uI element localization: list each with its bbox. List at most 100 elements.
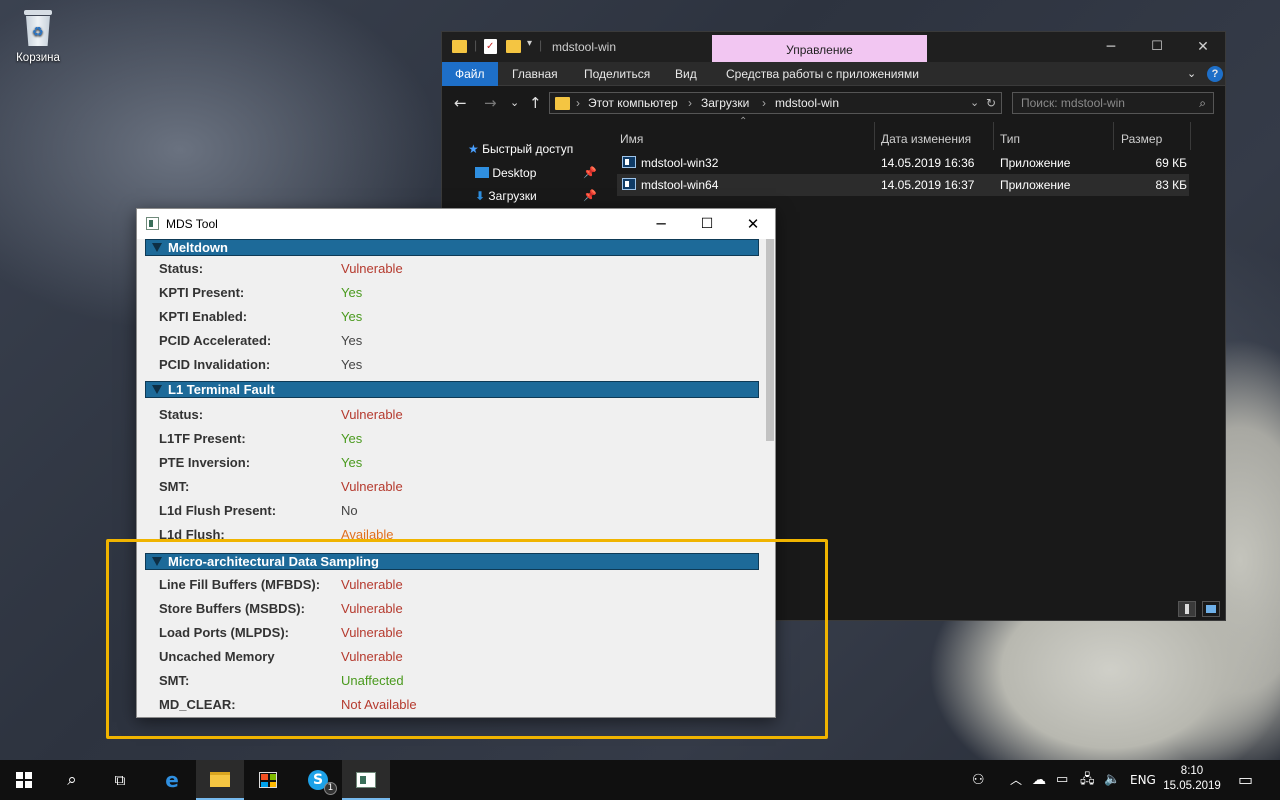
column-date-modified[interactable]: Дата изменения [881, 127, 971, 151]
edge-browser-icon[interactable]: e [148, 760, 196, 800]
maximize-button[interactable]: ☐ [684, 209, 730, 239]
search-icon: ⌕ [1199, 96, 1206, 110]
property-row: PCID Accelerated: Yes [159, 333, 739, 353]
desktop: ♻ Корзина | ✓ ▾ | mdstool-win Управление… [0, 0, 1280, 760]
clock[interactable]: 8:10 15.05.2019 [1160, 764, 1224, 794]
minimize-button[interactable]: ─ [1088, 32, 1134, 62]
column-divider[interactable] [993, 122, 994, 150]
property-value: No [341, 503, 358, 518]
folder-icon [555, 97, 570, 110]
file-size: 83 КБ [1155, 178, 1187, 192]
property-row: Status: Vulnerable [159, 407, 739, 427]
nav-downloads[interactable]: ⬇ Загрузки 📌 [475, 189, 597, 203]
up-arrow-icon[interactable]: ↑ [529, 94, 542, 112]
forward-arrow-icon[interactable]: → [484, 94, 497, 112]
people-icon[interactable]: ⚇ [972, 760, 985, 800]
mds-titlebar[interactable]: MDS Tool ─ ☐ ✕ [137, 209, 775, 239]
search-icon[interactable]: ⌕ [48, 760, 96, 800]
onedrive-cloud-icon[interactable]: ☁ [1032, 760, 1046, 800]
collapse-triangle-icon[interactable] [152, 243, 162, 252]
section-title: Meltdown [168, 240, 228, 255]
nav-quick-access-label: Быстрый доступ [482, 142, 574, 156]
nav-quick-access[interactable]: ★ Быстрый доступ [468, 142, 573, 156]
customize-quick-access-icon[interactable]: ▾ [527, 38, 532, 56]
address-row: ← → ⌄ ↑ › Этот компьютер › Загрузки › md… [442, 86, 1225, 122]
column-size[interactable]: Размер [1121, 127, 1162, 151]
task-view-icon[interactable]: ⧉ [96, 760, 144, 800]
close-button[interactable]: ✕ [1180, 32, 1226, 62]
file-type: Приложение [1000, 178, 1071, 192]
clock-date: 15.05.2019 [1163, 780, 1221, 792]
nav-desktop[interactable]: Desktop 📌 [475, 166, 597, 180]
chevron-down-icon[interactable]: ⌄ [1187, 62, 1196, 86]
refresh-icon[interactable]: ↻ [986, 93, 996, 113]
search-placeholder: Поиск: mdstool-win [1021, 96, 1125, 110]
skype-icon[interactable]: S 1 [294, 760, 342, 800]
tab-home[interactable]: Главная [512, 62, 558, 86]
file-explorer-taskbar-icon[interactable] [196, 760, 244, 800]
property-row: Status: Vulnerable [159, 261, 739, 281]
properties-icon[interactable]: ✓ [484, 39, 497, 54]
action-center-icon[interactable]: ▭ [1238, 760, 1253, 800]
help-icon[interactable]: ? [1207, 66, 1223, 82]
breadcrumb-separator: › [688, 96, 692, 110]
details-view-icon[interactable] [1178, 601, 1196, 617]
property-row: PTE Inversion: Yes [159, 455, 739, 475]
section-header-meltdown[interactable]: Meltdown [145, 239, 759, 256]
collapse-triangle-icon[interactable] [152, 385, 162, 394]
column-divider[interactable] [1190, 122, 1191, 150]
application-icon [622, 178, 636, 190]
scrollbar-thumb[interactable] [766, 239, 774, 441]
start-button[interactable] [0, 760, 48, 800]
search-input[interactable]: Поиск: mdstool-win ⌕ [1012, 92, 1214, 114]
nav-desktop-label: Desktop [492, 166, 537, 180]
recycle-bin-shortcut[interactable]: ♻ Корзина [8, 8, 68, 64]
store-icon[interactable] [244, 760, 292, 800]
network-icon[interactable]: 🖧 [1080, 760, 1095, 800]
desktop-icon [475, 167, 489, 178]
pin-icon: 📌 [583, 166, 597, 179]
section-header-l1-terminal-fault[interactable]: L1 Terminal Fault [145, 381, 759, 398]
breadcrumb-current-folder[interactable]: mdstool-win [775, 93, 839, 113]
address-dropdown-icon[interactable]: ⌄ [970, 93, 979, 113]
column-divider[interactable] [1113, 122, 1114, 150]
file-row[interactable]: mdstool-win64 14.05.2019 16:37 Приложени… [617, 174, 1189, 196]
volume-icon[interactable]: 🔈 [1104, 760, 1120, 800]
column-name[interactable]: Имя [620, 127, 643, 151]
tab-application-tools[interactable]: Средства работы с приложениями [726, 62, 919, 86]
maximize-button[interactable]: ☐ [1134, 32, 1180, 62]
show-hidden-icons-chevron-icon[interactable]: ︿ [1010, 760, 1022, 800]
explorer-titlebar[interactable]: | ✓ ▾ | mdstool-win Управление ─ ☐ ✕ [442, 32, 1225, 62]
column-divider[interactable] [874, 122, 875, 150]
mds-tool-taskbar-icon[interactable] [342, 760, 390, 800]
tab-manage[interactable]: Управление [712, 35, 927, 62]
column-type[interactable]: Тип [1000, 127, 1020, 151]
property-value: Yes [341, 431, 363, 446]
breadcrumb-this-pc[interactable]: Этот компьютер [588, 93, 678, 113]
property-label: PTE Inversion: [159, 455, 251, 470]
taskbar: ⌕ ⧉ e S 1 ⚇ ︿ ☁ ▭ 🖧 🔈 ENG 8:10 15.05.201… [0, 760, 1280, 800]
recent-locations-icon[interactable]: ⌄ [510, 96, 519, 109]
battery-icon[interactable]: ▭ [1056, 760, 1068, 800]
property-value: Vulnerable [341, 261, 403, 276]
pin-icon: 📌 [583, 189, 597, 202]
back-arrow-icon[interactable]: ← [454, 94, 467, 112]
property-row: SMT: Vulnerable [159, 479, 739, 499]
file-name: mdstool-win32 [641, 156, 719, 170]
address-bar[interactable]: › Этот компьютер › Загрузки › mdstool-wi… [549, 92, 1002, 114]
breadcrumb-downloads[interactable]: Загрузки [701, 93, 749, 113]
separator: | [539, 38, 543, 52]
file-type: Приложение [1000, 156, 1071, 170]
tab-file[interactable]: Файл [442, 62, 498, 86]
close-button[interactable]: ✕ [730, 209, 775, 239]
property-label: KPTI Present: [159, 285, 245, 300]
tab-view[interactable]: Вид [675, 62, 697, 86]
language-indicator[interactable]: ENG [1130, 760, 1156, 800]
file-date: 14.05.2019 16:37 [881, 178, 975, 192]
tab-share[interactable]: Поделиться [584, 62, 650, 86]
minimize-button[interactable]: ─ [638, 209, 684, 239]
property-row: KPTI Present: Yes [159, 285, 739, 305]
file-row[interactable]: mdstool-win32 14.05.2019 16:36 Приложени… [617, 152, 1189, 174]
large-icons-view-icon[interactable] [1202, 601, 1220, 617]
new-folder-icon[interactable] [506, 40, 521, 53]
